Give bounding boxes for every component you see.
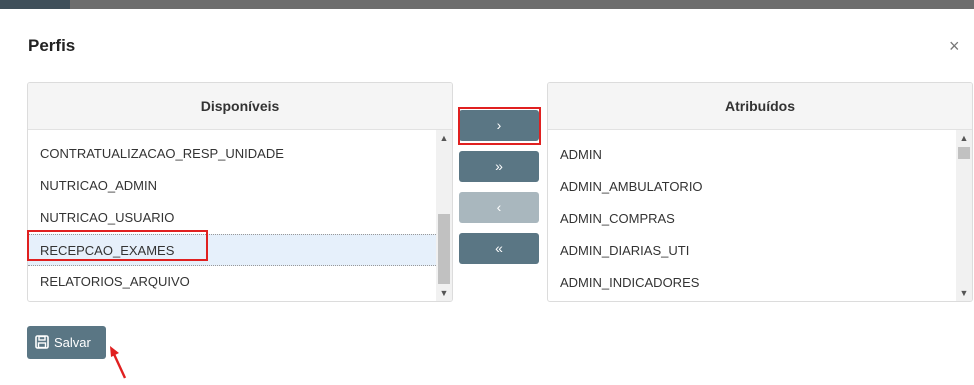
selected-item-highlight bbox=[27, 230, 208, 261]
list-item[interactable]: ADMIN bbox=[548, 139, 956, 171]
available-list: CONTRATUALIZACAO_RESP_UNIDADE NUTRICAO_A… bbox=[28, 130, 436, 301]
assigned-header: Atribuídos bbox=[548, 83, 972, 130]
scroll-up-icon[interactable]: ▲ bbox=[956, 130, 972, 146]
available-panel: Disponíveis CONTRATUALIZACAO_RESP_UNIDAD… bbox=[27, 82, 453, 302]
scroll-thumb[interactable] bbox=[438, 214, 450, 284]
list-item[interactable]: RELATORIOS_ARQUIVO bbox=[28, 266, 436, 298]
list-item[interactable]: ADMIN_INDICADORES bbox=[548, 267, 956, 299]
save-button[interactable]: Salvar bbox=[27, 326, 106, 359]
close-icon[interactable]: × bbox=[949, 37, 960, 55]
move-all-button[interactable]: » bbox=[459, 151, 539, 182]
list-item[interactable]: NUTRICAO_ADMIN bbox=[28, 170, 436, 202]
scroll-down-icon[interactable]: ▼ bbox=[956, 285, 972, 301]
available-header: Disponíveis bbox=[28, 83, 452, 130]
top-bar-tab bbox=[0, 0, 70, 9]
remove-one-button[interactable]: ‹ bbox=[459, 192, 539, 223]
pointer-arrow-icon bbox=[110, 346, 127, 379]
available-scrollbar[interactable]: ▲ ▼ bbox=[436, 130, 452, 301]
modal-title: Perfis bbox=[28, 36, 76, 55]
floppy-disk-icon bbox=[35, 335, 49, 349]
scroll-thumb[interactable] bbox=[958, 147, 970, 159]
move-one-highlight bbox=[458, 107, 541, 145]
list-item[interactable]: ADMIN_COMPRAS bbox=[548, 203, 956, 235]
scroll-down-icon[interactable]: ▼ bbox=[436, 285, 452, 301]
list-item[interactable]: CONTRATUALIZACAO_RESP_UNIDADE bbox=[28, 138, 436, 170]
list-item[interactable]: ADMIN_DIARIAS_UTI bbox=[548, 235, 956, 267]
assigned-list: ADMIN ADMIN_AMBULATORIO ADMIN_COMPRAS AD… bbox=[548, 130, 956, 301]
remove-all-button[interactable]: « bbox=[459, 233, 539, 264]
scroll-up-icon[interactable]: ▲ bbox=[436, 130, 452, 146]
assigned-panel: Atribuídos ADMIN ADMIN_AMBULATORIO ADMIN… bbox=[547, 82, 973, 302]
list-item[interactable]: ADMIN_AMBULATORIO bbox=[548, 171, 956, 203]
top-bar bbox=[0, 0, 974, 9]
save-button-label: Salvar bbox=[54, 335, 91, 350]
assigned-scrollbar[interactable]: ▲ ▼ bbox=[956, 130, 972, 301]
